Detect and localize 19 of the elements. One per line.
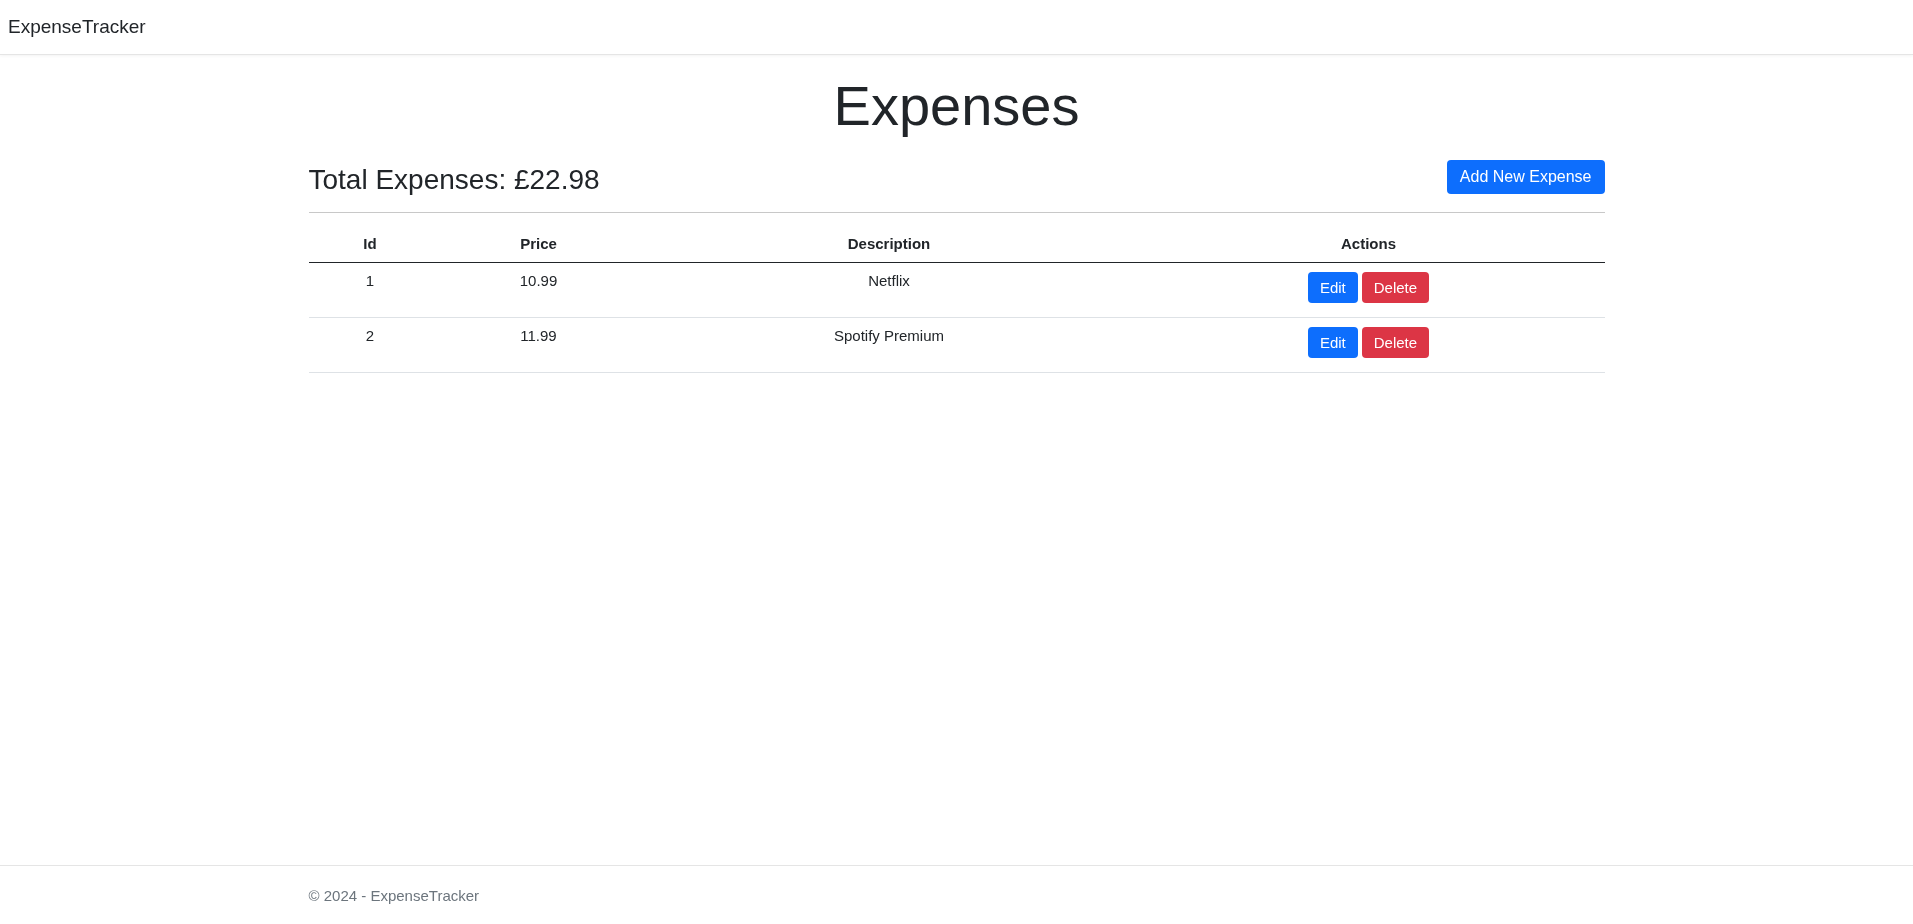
table-cell: 11.99 <box>431 317 646 373</box>
footer-text: © 2024 - ExpenseTracker <box>308 886 480 904</box>
add-expense-button[interactable]: Add New Expense <box>1446 160 1605 194</box>
table-cell: 1 <box>308 262 432 318</box>
edit-button[interactable]: Edit <box>1307 327 1358 358</box>
delete-button[interactable]: Delete <box>1361 327 1430 358</box>
table-cell: 2 <box>308 317 432 373</box>
page-title: Expenses <box>832 73 1081 138</box>
table-cell: 10.99 <box>431 262 646 318</box>
delete-button[interactable]: Delete <box>1361 272 1430 303</box>
table-cell: Spotify Premium <box>645 317 1133 373</box>
column-header: Actions <box>1132 225 1605 263</box>
table-cell: Netflix <box>645 262 1133 318</box>
column-header: Price <box>431 225 646 263</box>
edit-button[interactable]: Edit <box>1307 272 1358 303</box>
column-header: Description <box>645 225 1133 263</box>
brand-link[interactable]: ExpenseTracker <box>8 16 146 38</box>
column-header: Id <box>308 225 432 263</box>
total-expenses: Total Expenses: £22.98 <box>308 164 600 196</box>
